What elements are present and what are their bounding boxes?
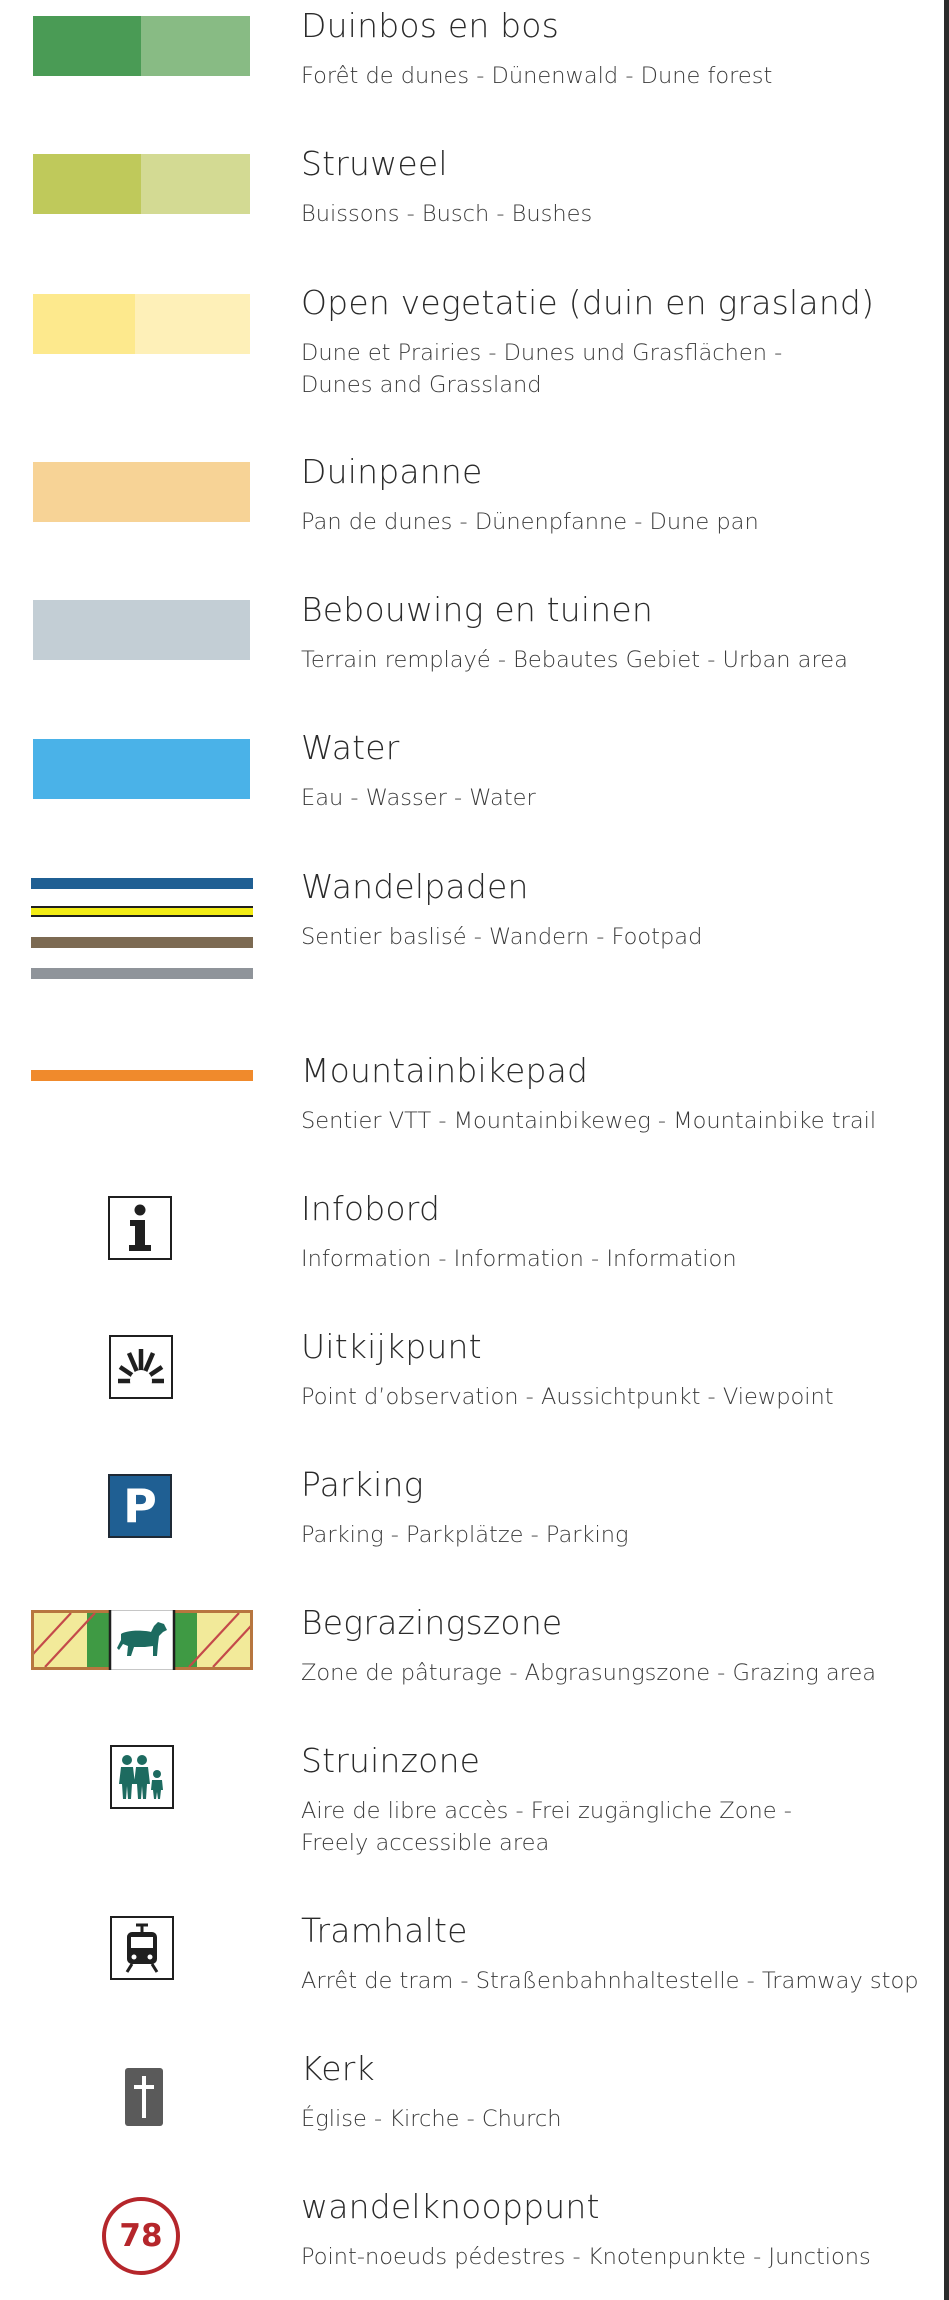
info-icon [108,1196,172,1260]
legend-subtitle: Zone de pâturage - Abgrasungszone - Graz… [301,1660,877,1686]
legend-subtitle: Point d’observation - Aussichtpunkt - Vi… [301,1384,834,1410]
mtb-trail-line-orange [31,1070,253,1081]
legend-title: Kerk [301,2049,375,2088]
legend-title: Struweel [301,144,448,183]
legend-title: Wandelpaden [301,867,529,906]
legend-title: Water [301,728,400,767]
legend-subtitle: Parking - Parkplätze - Parking [301,1522,629,1548]
legend-title: Bebouwing en tuinen [301,590,653,629]
parking-letter: P [123,1479,157,1533]
legend-title: wandelknooppunt [301,2187,600,2226]
swatch-urban-area [33,600,250,660]
legend-title: Duinpanne [301,452,483,491]
legend-title: Tramhalte [301,1911,468,1950]
parking-icon: P [108,1474,172,1538]
legend-title: Begrazingszone [301,1603,563,1642]
tram-icon [110,1916,174,1980]
swatch-open-vegetation [33,294,250,354]
legend-title: Open vegetatie (duin en grasland) [301,283,875,322]
junction-node-icon: 78 [102,2197,180,2275]
junction-node-number: 78 [119,2218,163,2254]
footpath-line-yellow [31,908,253,915]
legend-title: Parking [301,1465,424,1504]
legend-title: Duinbos en bos [301,6,560,45]
swatch-light-part [141,16,250,76]
family-walking-icon [110,1745,174,1809]
swatch-dune-forest [33,16,250,76]
legend-subtitle: Arrêt de tram - Straßenbahnhaltestelle -… [301,1968,919,1994]
legend-subtitle: Église - Kirche - Church [301,2106,562,2132]
legend-subtitle: Forêt de dunes - Dünenwald - Dune forest [301,63,773,89]
legend-subtitle: Pan de dunes - Dünenpfanne - Dune pan [301,509,759,535]
legend-subtitle: Eau - Wasser - Water [301,785,536,811]
legend-subtitle: Dune et Prairies - Dunes und Grasflächen… [301,340,783,398]
footpath-line-brown [31,937,253,948]
legend-title: Mountainbikepad [301,1051,589,1090]
church-cross-icon [125,2068,163,2126]
footpath-line-blue [31,878,253,889]
swatch-dark-part [33,16,141,76]
legend-title: Struinzone [301,1741,481,1780]
legend-title: Infobord [301,1189,441,1228]
legend-title: Uitkijkpunt [301,1327,482,1366]
mtb-trail-line-symbol [31,1070,253,1081]
legend-subtitle: Buissons - Busch - Bushes [301,201,593,227]
footpath-lines-symbol [31,878,253,979]
swatch-light-part [141,154,250,214]
swatch-light-part [135,294,250,354]
legend-subtitle: Sentier baslisé - Wandern - Footpad [301,924,703,950]
swatch-bushes [33,154,250,214]
swatch-dark-part [33,154,141,214]
legend-subtitle: Point-noeuds pédestres - Knotenpunkte - … [301,2244,871,2270]
legend-subtitle: Sentier VTT - Mountainbikeweg - Mountain… [301,1108,877,1134]
legend-subtitle: Information - Information - Information [301,1246,737,1272]
swatch-water [33,739,250,799]
legend-subtitle: Aire de libre accès - Frei zugängliche Z… [301,1798,792,1856]
swatch-dune-pan [33,462,250,522]
swatch-dark-part [33,294,135,354]
viewpoint-icon [109,1335,173,1399]
map-legend-right-border [944,0,949,2300]
footpath-line-grey [31,968,253,979]
legend-subtitle: Terrain remplayé - Bebautes Gebiet - Urb… [301,647,848,673]
grazing-zone-symbol [31,1610,253,1670]
